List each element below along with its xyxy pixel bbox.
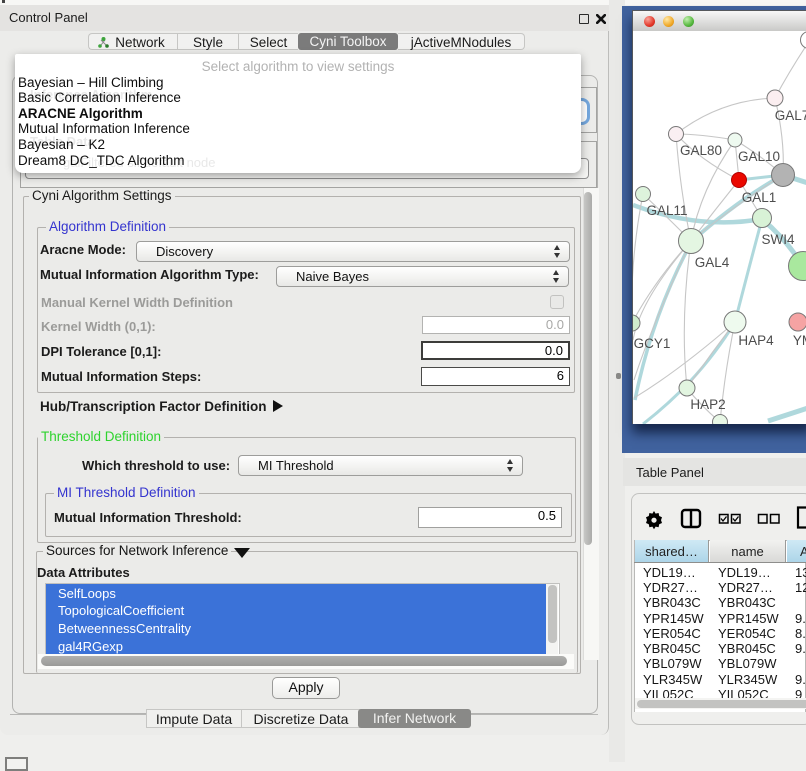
svg-text:GAL11: GAL11: [646, 203, 687, 218]
svg-text:GAL7: GAL7: [775, 108, 806, 123]
svg-text:GAL1: GAL1: [742, 190, 777, 205]
svg-text:GAL80: GAL80: [680, 143, 722, 158]
svg-text:GAL4: GAL4: [695, 255, 730, 270]
svg-text:GCY1: GCY1: [634, 336, 671, 351]
svg-text:YM: YM: [793, 333, 806, 348]
svg-text:HAP4: HAP4: [738, 333, 774, 348]
svg-text:GAL10: GAL10: [738, 149, 780, 164]
svg-text:HAP2: HAP2: [690, 397, 725, 412]
svg-text:SWI4: SWI4: [761, 232, 794, 247]
